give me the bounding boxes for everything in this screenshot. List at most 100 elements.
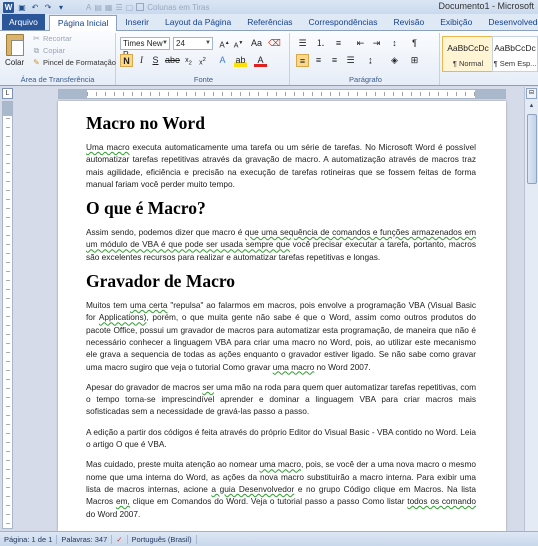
view-ruler-button[interactable]: ⊟	[526, 88, 537, 99]
font-size-combo[interactable]: 24 ▼	[173, 37, 213, 50]
document-page[interactable]: Macro no Word Uma macro executa automati…	[58, 101, 506, 531]
scrollbar-thumb[interactable]	[527, 114, 537, 184]
scissors-icon: ✂	[33, 34, 40, 43]
paragraph-5: A edição a partir dos códigos é feita at…	[86, 426, 476, 450]
highlight-icon[interactable]: ab	[234, 54, 247, 67]
grammar-flag: todos os comando	[407, 496, 476, 507]
font-name-combo[interactable]: Times New R ▼	[120, 37, 170, 59]
right-margin-area	[475, 90, 505, 98]
copy-button[interactable]: ⧉ Copiar	[32, 46, 65, 55]
title-bar: W ▣ ↶ ↷ ▾ A ▤ ▦ ☰ ▢ Colunas em Tiras Doc…	[0, 0, 538, 14]
tab-insert[interactable]: Inserir	[117, 15, 157, 30]
text-effects-icon[interactable]: A	[216, 54, 229, 67]
shrink-font-icon[interactable]: A▼	[232, 37, 245, 50]
copy-label: Copiar	[43, 46, 66, 55]
undo-icon[interactable]: ↶	[30, 2, 40, 12]
heading-gravador-de-macro: Gravador de Macro	[86, 271, 236, 292]
underline-icon[interactable]: S	[149, 54, 162, 67]
word-count[interactable]: Palavras: 347	[57, 534, 113, 544]
grow-font-icon[interactable]: A▲	[218, 37, 231, 50]
paragraph-group-label: Parágrafo	[349, 75, 382, 84]
font-color-icon[interactable]: A	[254, 54, 267, 67]
tab-file[interactable]: Arquivo	[2, 14, 45, 30]
style-no-spacing[interactable]: AaBbCcDc ¶ Sem Esp...	[492, 36, 538, 72]
style-sample-text: AaBbCcDc	[494, 43, 536, 53]
change-case-icon[interactable]: Aa	[250, 37, 263, 50]
superscript-icon[interactable]: x2	[196, 54, 209, 67]
tab-home[interactable]: Página Inicial	[48, 15, 118, 31]
numbering-icon[interactable]: ⒈	[314, 37, 327, 50]
align-center-icon[interactable]: ≡	[312, 54, 325, 67]
tab-references[interactable]: Referências	[239, 15, 300, 30]
subscript-icon[interactable]: x2	[182, 54, 195, 67]
page-count[interactable]: Página: 1 de 1	[0, 534, 58, 544]
sort-icon[interactable]: ↕	[388, 37, 401, 50]
document-content[interactable]: Macro no Word Uma macro executa automati…	[86, 113, 476, 528]
quick-access-toolbar: W ▣ ↶ ↷ ▾	[0, 0, 66, 14]
grammar-flag: ser	[202, 381, 214, 392]
heading-o-que-e-macro: O que é Macro?	[86, 198, 206, 219]
line-spacing-icon[interactable]: ↨	[364, 54, 377, 67]
shading-icon[interactable]: ◈	[388, 54, 401, 67]
scroll-up-icon[interactable]: ▲	[526, 101, 537, 112]
cut-label: Recortar	[43, 34, 72, 43]
heading-macro-no-word: Macro no Word	[86, 113, 205, 133]
italic-icon[interactable]: I	[135, 54, 148, 67]
clipboard-group-label: Área de Transferência	[20, 75, 95, 84]
borders-icon[interactable]: ⊞	[408, 54, 421, 67]
ribbon: Colar ✂ Recortar ⧉ Copiar ✎ Pincel de Fo…	[0, 31, 538, 86]
paste-button[interactable]: Colar	[5, 58, 24, 67]
text-run: no Word 2007.	[314, 361, 371, 372]
style-normal[interactable]: AaBbCcDc ¶ Normal	[442, 36, 494, 72]
font-size-value: 24	[176, 39, 185, 48]
tab-mailings[interactable]: Correspondências	[301, 15, 386, 30]
clear-format-icon[interactable]: ⌫	[268, 37, 281, 50]
faded-toolbar: A ▤ ▦ ☰ ▢ Colunas em Tiras	[86, 3, 209, 12]
text-run: executa automaticamente uma tarefa ou um…	[86, 142, 477, 189]
vertical-scrollbar[interactable]: ⊟ ▲	[524, 87, 538, 531]
text-run: Assim sendo, podemos dizer que macro é	[86, 227, 245, 238]
left-margin-area	[59, 90, 87, 98]
font-group: Times New R ▼ 24 ▼ A▲ A▼ Aa ⌫ N I S abe …	[118, 33, 290, 85]
horizontal-ruler[interactable]	[58, 89, 506, 99]
decrease-indent-icon[interactable]: ⇤	[354, 37, 367, 50]
ribbon-tabs: Arquivo Página Inicial Inserir Layout da…	[0, 14, 538, 31]
tab-review[interactable]: Revisão	[386, 15, 433, 30]
paragraph-3: Muitos tem uma certa "repulsa" ao falarm…	[86, 299, 476, 373]
increase-indent-icon[interactable]: ⇥	[370, 37, 383, 50]
tab-developer[interactable]: Desenvolvedor	[480, 15, 538, 30]
strikethrough-icon[interactable]: abe	[165, 54, 180, 67]
tab-view[interactable]: Exibição	[432, 15, 480, 30]
copy-icon: ⧉	[33, 46, 40, 55]
save-icon[interactable]: ▣	[17, 2, 27, 12]
tab-selector[interactable]: L	[2, 88, 13, 99]
justify-icon[interactable]: ☰	[344, 54, 357, 67]
vertical-ruler[interactable]	[2, 101, 13, 529]
tab-page-layout[interactable]: Layout da Página	[157, 15, 239, 30]
cut-button[interactable]: ✂ Recortar	[32, 34, 72, 43]
align-right-icon[interactable]: ≡	[328, 54, 341, 67]
ruler-ticks	[87, 92, 475, 96]
ghost-list-icon: ☰	[115, 2, 123, 12]
grammar-flag: em,	[115, 496, 130, 507]
format-painter-label: Pincel de Formatação	[43, 58, 116, 67]
ghost-checkbox-label: Colunas em Tiras	[147, 2, 210, 12]
format-painter-button[interactable]: ✎ Pincel de Formatação	[32, 58, 116, 67]
grammar-flag: uma macro	[272, 361, 315, 372]
multilevel-list-icon[interactable]: ≡	[332, 37, 345, 50]
bold-icon[interactable]: N	[120, 54, 133, 67]
grammar-flag: uma macro	[259, 459, 302, 470]
show-formatting-icon[interactable]: ¶	[408, 37, 421, 50]
language-indicator[interactable]: Português (Brasil)	[128, 534, 197, 544]
quick-access-dropdown-icon[interactable]: ▾	[56, 2, 66, 12]
proofing-status[interactable]: ✓	[112, 534, 128, 544]
styles-group: AaBbCcDc ¶ Normal AaBbCcDc ¶ Sem Esp...	[442, 33, 538, 85]
word-logo-icon[interactable]: W	[3, 1, 14, 13]
bullets-icon[interactable]: ☰	[296, 37, 309, 50]
text-run: do Word 2007.	[86, 508, 141, 519]
ghost-checkbox	[136, 3, 145, 11]
vertical-ruler-ticks	[6, 118, 10, 528]
paste-icon[interactable]	[6, 34, 24, 56]
redo-icon[interactable]: ↷	[43, 2, 53, 12]
align-left-icon[interactable]: ≡	[296, 54, 309, 67]
